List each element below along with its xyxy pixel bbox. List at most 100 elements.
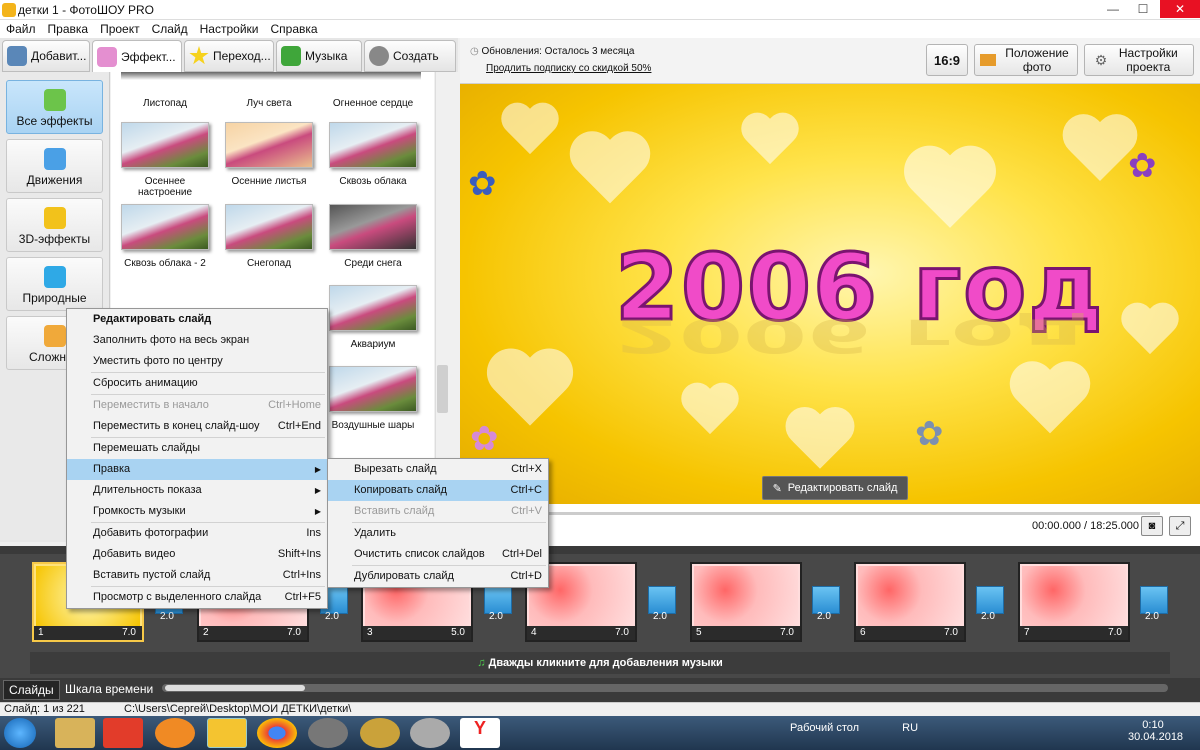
category-3d-effects[interactable]: 3D-эффекты <box>6 198 103 252</box>
ctx-item[interactable]: Громкость музыки ▶ <box>67 501 327 522</box>
effect-item[interactable]: Луч света <box>223 98 315 109</box>
transition-icon[interactable] <box>812 586 840 614</box>
video-reel-icon[interactable] <box>308 718 348 748</box>
slide-preview[interactable]: ✿ ✿ ✿ ✿ 2006 год 2006 год ✎ Редактировать… <box>460 84 1200 504</box>
effect-item[interactable]: Осеннее настроение <box>119 122 211 198</box>
sub-item[interactable]: Очистить список слайдов Ctrl+Del <box>328 544 548 565</box>
effect-label: Сквозь облака - 2 <box>124 258 206 269</box>
menu-help[interactable]: Справка <box>264 20 323 38</box>
ctx-item[interactable]: Переместить в конец слайд-шоу Ctrl+End <box>67 416 327 437</box>
slide-duration: 7.0 <box>615 627 629 638</box>
yandex-icon[interactable] <box>103 718 143 748</box>
butterfly-decoration: ✿ <box>470 420 499 458</box>
sub-item[interactable]: Дублировать слайд Ctrl+D <box>328 566 548 587</box>
menu-project[interactable]: Проект <box>94 20 146 38</box>
sub-item[interactable]: Копировать слайд Ctrl+C <box>328 480 548 501</box>
project-settings-button[interactable]: ⚙ Настройки проекта <box>1084 44 1194 76</box>
close-button[interactable]: ✕ <box>1160 0 1200 18</box>
chrome-icon[interactable] <box>257 718 297 748</box>
music-track[interactable]: ♫ Дважды кликните для добавления музыки <box>30 652 1170 674</box>
ctx-item[interactable]: Сбросить анимацию <box>67 373 327 394</box>
effect-item[interactable]: Аквариум <box>327 285 419 350</box>
minimize-button[interactable]: — <box>1098 0 1128 18</box>
category-motion[interactable]: Движения <box>6 139 103 193</box>
category-all-effects[interactable]: Все эффекты <box>6 80 103 134</box>
butterfly-decoration: ✿ <box>915 415 944 453</box>
explorer-icon[interactable] <box>55 718 95 748</box>
tab-slides[interactable]: Слайды <box>3 680 60 700</box>
slide-number: 3 <box>367 627 373 638</box>
maximize-button[interactable]: ☐ <box>1128 0 1158 18</box>
camera-icon <box>7 46 27 66</box>
menu-item-label: Перемешать слайды <box>93 442 200 454</box>
category-nature[interactable]: Природные <box>6 257 103 311</box>
transition-icon[interactable] <box>648 586 676 614</box>
ctx-item[interactable]: Просмотр с выделенного слайда Ctrl+F5 <box>67 587 327 608</box>
menu-file[interactable]: Файл <box>0 20 42 38</box>
snapshot-camera-icon[interactable]: ◙ <box>1141 516 1163 536</box>
firefox-icon[interactable] <box>155 718 195 748</box>
effect-item[interactable]: Листопад <box>119 98 211 109</box>
menu-slide[interactable]: Слайд <box>146 20 194 38</box>
media-icon[interactable] <box>410 718 450 748</box>
tab-add[interactable]: Добавит... <box>2 40 90 72</box>
ctx-item[interactable]: Редактировать слайд <box>67 309 327 330</box>
pencil-icon: ✎ <box>772 482 782 495</box>
tab-timeline[interactable]: Шкала времени <box>60 680 158 700</box>
effect-item[interactable]: Среди снега <box>327 204 419 269</box>
ctx-item[interactable]: Добавить фотографии Ins <box>67 523 327 544</box>
slide-thumbnail[interactable]: 6 7.0 <box>854 562 966 642</box>
subscription-link[interactable]: Продлить подписку со скидкой 50% <box>486 63 651 74</box>
strip-scroll-thumb[interactable] <box>165 685 305 691</box>
transition-icon[interactable] <box>484 586 512 614</box>
transition-icon[interactable] <box>1140 586 1168 614</box>
ctx-item[interactable]: Перемешать слайды <box>67 438 327 459</box>
tab-label: Музыка <box>305 49 348 63</box>
language-indicator[interactable]: RU <box>902 722 918 734</box>
effect-item[interactable]: Сквозь облака <box>327 122 419 187</box>
menu-settings[interactable]: Настройки <box>194 20 265 38</box>
menu-edit[interactable]: Правка <box>42 20 95 38</box>
category-label: Природные <box>22 291 87 305</box>
desktop-label[interactable]: Рабочий стол <box>790 722 859 734</box>
tab-music[interactable]: Музыка <box>276 40 362 72</box>
yandex-browser-icon[interactable]: Y <box>460 718 500 748</box>
effect-item[interactable]: Осенние листья <box>223 122 315 187</box>
tab-effects[interactable]: Эффект... <box>92 40 182 72</box>
move-arrows-icon <box>43 148 66 170</box>
menu-item-label: Добавить видео <box>93 548 176 560</box>
edit-slide-button[interactable]: ✎ Редактировать слайд <box>762 476 908 500</box>
sub-item[interactable]: Вырезать слайд Ctrl+X <box>328 459 548 480</box>
ctx-item[interactable]: Добавить видео Shift+Ins <box>67 544 327 565</box>
sub-item[interactable]: Удалить <box>328 523 548 544</box>
film-icon[interactable] <box>360 718 400 748</box>
ctx-item[interactable]: Правка ▶ <box>67 459 327 480</box>
effect-label: Снегопад <box>246 258 292 269</box>
start-button[interactable] <box>4 718 36 748</box>
fullscreen-icon[interactable]: ⤢ <box>1169 516 1191 536</box>
taskbar-clock[interactable]: 0:10 30.04.2018 <box>1128 719 1183 743</box>
ctx-item[interactable]: Заполнить фото на весь экран <box>67 330 327 351</box>
ctx-item[interactable]: Уместить фото по центру <box>67 351 327 372</box>
effects-scroll-thumb[interactable] <box>437 365 448 413</box>
tab-create[interactable]: Создать <box>364 40 456 72</box>
effect-item[interactable]: Огненное сердце <box>327 98 419 109</box>
slide-thumbnail[interactable]: 5 7.0 <box>690 562 802 642</box>
playback-progress[interactable] <box>470 512 1160 515</box>
transition-icon[interactable] <box>976 586 1004 614</box>
ctx-item[interactable]: Вставить пустой слайд Ctrl+Ins <box>67 565 327 586</box>
ctx-item[interactable]: Длительность показа ▶ <box>67 480 327 501</box>
transition-duration: 2.0 <box>325 611 339 622</box>
slide-thumbnail[interactable]: 7 7.0 <box>1018 562 1130 642</box>
fotoshow-icon[interactable] <box>207 718 247 748</box>
strip-scrollbar[interactable] <box>162 684 1168 692</box>
effect-item[interactable]: Сквозь облака - 2 <box>119 204 211 269</box>
effect-item[interactable]: Воздушные шары <box>327 366 419 431</box>
photo-position-button[interactable]: Положение фото <box>974 44 1078 76</box>
snowflake-icon <box>43 266 66 288</box>
layers-icon <box>43 325 66 347</box>
puzzle-icon <box>43 89 66 111</box>
effect-item[interactable]: Снегопад <box>223 204 315 269</box>
aspect-ratio-button[interactable]: 16:9 <box>926 44 968 76</box>
tab-transitions[interactable]: Переход... <box>184 40 274 72</box>
